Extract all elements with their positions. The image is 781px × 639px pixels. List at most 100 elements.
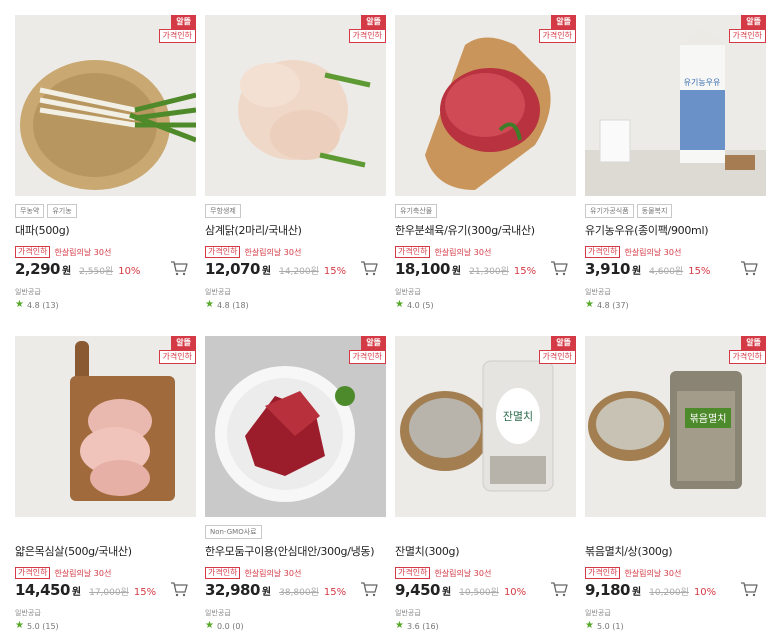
product-name[interactable]: 볶음멸치/상(300g) (585, 543, 766, 559)
promo-badge: 가격인하 (395, 246, 431, 258)
product-image[interactable]: 알뜰 가격인하 (205, 15, 386, 196)
sale-ribbon: 알뜰 가격인하 (348, 336, 386, 364)
rating: ★ 5.0 (1) (585, 621, 766, 631)
promo-badge: 가격인하 (15, 246, 51, 258)
star-icon: ★ (15, 299, 24, 310)
cart-icon[interactable] (360, 260, 378, 276)
rating: ★ 4.0 (5) (395, 300, 576, 310)
cart-icon[interactable] (740, 581, 758, 597)
product-name[interactable]: 한우분쇄육/유기(300g/국내산) (395, 222, 576, 238)
star-icon: ★ (205, 620, 214, 631)
sale-price: 32,980 (205, 581, 260, 599)
product-image[interactable]: 알뜰 가격인하 (205, 336, 386, 517)
cart-icon[interactable] (170, 581, 188, 597)
promo-text: 한살림의날 30선 (434, 247, 492, 257)
sale-price: 2,290 (15, 260, 60, 278)
product-tag: 유기가공식품 (585, 204, 634, 218)
cart-icon[interactable] (170, 260, 188, 276)
ribbon-label: 알뜰 (551, 15, 576, 29)
promo-badge: 가격인하 (205, 567, 241, 579)
product-card-6[interactable]: 알뜰 가격인하 Non-GMO사료 한우모둠구이용(안심대안/300g/냉동) … (205, 336, 386, 631)
sale-ribbon: 알뜰 가격인하 (348, 15, 386, 43)
product-card-5[interactable]: 알뜰 가격인하 얇은목심살(500g/국내산) 가격인하 한살림의날 30선 1… (15, 336, 196, 631)
price-row: 2,290 원 2,550원 10% (15, 260, 196, 278)
sale-ribbon: 알뜰 가격인하 (538, 15, 576, 43)
currency: 원 (71, 587, 82, 598)
promo-text: 한살림의날 30선 (54, 247, 112, 257)
product-name[interactable]: 삼계닭(2마리/국내산) (205, 222, 386, 238)
star-icon: ★ (395, 299, 404, 310)
product-card-7[interactable]: 잔멸치 알뜰 가격인하 잔멸치(300g) 가격인하 한살림의날 30선 9,4… (395, 336, 576, 631)
shipping-type: 일반공급 (15, 288, 41, 296)
shipping-type: 일반공급 (15, 609, 41, 617)
ribbon-sublabel: 가격인하 (158, 29, 196, 43)
currency: 원 (61, 266, 72, 277)
tag-list: 유기가공식품 동물복지 (585, 204, 766, 218)
currency: 원 (631, 266, 642, 277)
product-name[interactable]: 잔멸치(300g) (395, 543, 576, 559)
rating-value: 4.8 (37) (596, 300, 629, 310)
promo-row: 가격인하 한살림의날 30선 (205, 567, 386, 579)
promo-badge: 가격인하 (395, 567, 431, 579)
cart-icon[interactable] (740, 260, 758, 276)
product-image[interactable]: 유기농우유 알뜰 가격인하 (585, 15, 766, 196)
star-icon: ★ (585, 299, 594, 310)
tag-list: 무항생제 (205, 204, 386, 218)
tag-list: 무농약 유기농 (15, 204, 196, 218)
original-price: 10,500원 (459, 588, 499, 598)
cart-icon[interactable] (360, 581, 378, 597)
sale-ribbon: 알뜰 가격인하 (158, 336, 196, 364)
product-name[interactable]: 유기농우유(종이팩/900ml) (585, 222, 766, 238)
rating-value: 3.6 (16) (406, 621, 439, 631)
sale-price: 9,180 (585, 581, 630, 599)
promo-badge: 가격인하 (205, 246, 241, 258)
cart-icon[interactable] (550, 581, 568, 597)
sale-price: 3,910 (585, 260, 630, 278)
star-icon: ★ (395, 620, 404, 631)
product-image[interactable]: 알뜰 가격인하 (15, 336, 196, 517)
svg-text:유기농우유: 유기농우유 (684, 78, 721, 87)
product-card-2[interactable]: 알뜰 가격인하 무항생제 삼계닭(2마리/국내산) 가격인하 한살림의날 30선… (205, 15, 386, 310)
cart-icon[interactable] (550, 260, 568, 276)
original-price: 38,800원 (279, 588, 319, 598)
ribbon-label: 알뜰 (361, 15, 386, 29)
product-name[interactable]: 한우모둠구이용(안심대안/300g/냉동) (205, 543, 386, 559)
product-card-3[interactable]: 알뜰 가격인하 유기축산물 한우분쇄육/유기(300g/국내산) 가격인하 한살… (395, 15, 576, 310)
price-row: 32,980 원 38,800원 15% (205, 581, 386, 599)
ribbon-sublabel: 가격인하 (728, 350, 766, 364)
discount-rate: 10% (693, 587, 717, 598)
sale-ribbon: 알뜰 가격인하 (158, 15, 196, 43)
product-name[interactable]: 얇은목심살(500g/국내산) (15, 543, 196, 559)
product-card-4[interactable]: 유기농우유 알뜰 가격인하 유기가공식품 동물복지 유기농우유(종이팩/900ml… (585, 15, 766, 310)
promo-row: 가격인하 한살림의날 30선 (395, 567, 576, 579)
ribbon-sublabel: 가격인하 (538, 29, 576, 43)
product-tag: 무항생제 (205, 204, 241, 218)
ribbon-label: 알뜰 (741, 336, 766, 350)
discount-rate: 15% (323, 587, 347, 598)
ribbon-sublabel: 가격인하 (348, 29, 386, 43)
promo-row: 가격인하 한살림의날 30선 (395, 246, 576, 258)
product-name[interactable]: 대파(500g) (15, 222, 196, 238)
product-image[interactable]: 알뜰 가격인하 (15, 15, 196, 196)
rating: ★ 5.0 (15) (15, 621, 196, 631)
promo-row: 가격인하 한살림의날 30선 (205, 246, 386, 258)
discount-rate: 15% (133, 587, 157, 598)
ribbon-label: 알뜰 (361, 336, 386, 350)
ribbon-sublabel: 가격인하 (158, 350, 196, 364)
product-card-1[interactable]: 알뜰 가격인하 무농약 유기농 대파(500g) 가격인하 한살림의날 30선 2… (15, 15, 196, 310)
product-tag: 동물복지 (636, 204, 673, 218)
rating: ★ 4.8 (37) (585, 300, 766, 310)
product-card-8[interactable]: 볶음멸치 알뜰 가격인하 볶음멸치/상(300g) 가격인하 한살림의날 30선… (585, 336, 766, 631)
promo-text: 한살림의날 30선 (624, 568, 682, 578)
discount-rate: 10% (118, 266, 141, 277)
currency: 원 (441, 587, 452, 598)
ribbon-label: 알뜰 (171, 15, 196, 29)
discount-rate: 15% (688, 266, 711, 277)
sale-price: 12,070 (205, 260, 260, 278)
product-image[interactable]: 잔멸치 알뜰 가격인하 (395, 336, 576, 517)
product-image[interactable]: 볶음멸치 알뜰 가격인하 (585, 336, 766, 517)
original-price: 10,200원 (649, 588, 689, 598)
shipping-type: 일반공급 (395, 288, 421, 296)
price-row: 3,910 원 4,600원 15% (585, 260, 766, 278)
product-image[interactable]: 알뜰 가격인하 (395, 15, 576, 196)
